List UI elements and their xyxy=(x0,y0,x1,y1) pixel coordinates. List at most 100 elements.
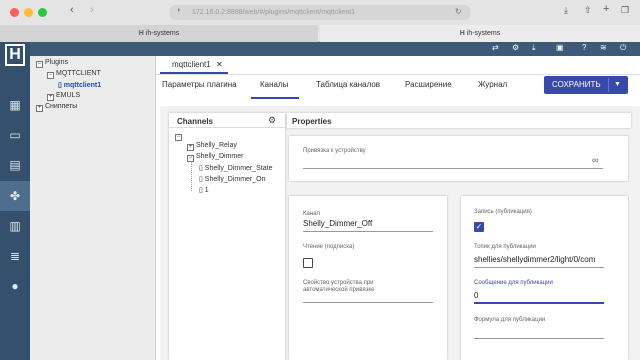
ih-favicon-icon: H xyxy=(138,30,146,37)
reload-icon[interactable]: ↻ xyxy=(455,7,462,16)
tab-overview-icon[interactable]: ❐ xyxy=(621,5,629,16)
back-icon[interactable]: ‹ xyxy=(70,4,74,16)
sidebar-database-icon[interactable]: ≣ xyxy=(0,241,30,271)
minimize-window-button[interactable] xyxy=(24,8,33,17)
sidebar-document-icon[interactable]: ▤ xyxy=(0,150,30,180)
tree-node-mqttclient1[interactable]: ▯ mqttclient1 xyxy=(58,81,101,89)
message-label: Сообщение для публикации xyxy=(474,280,553,286)
tree-node-emuls[interactable]: + EMULS xyxy=(47,92,80,101)
topic-input[interactable]: shellies/shellydimmer2/light/0/com xyxy=(474,255,604,264)
topic-label: Топик для публикации xyxy=(474,244,536,250)
tab-extension[interactable]: Расширение xyxy=(405,80,452,89)
save-button-label: СОХРАНИТЬ xyxy=(552,80,601,89)
channels-header: Channels xyxy=(177,117,214,126)
instance-tab[interactable]: mqttclient1 ✕ xyxy=(160,58,228,74)
binding-field[interactable] xyxy=(303,168,603,169)
channel-node-relay[interactable]: + Shelly_Relay xyxy=(187,142,237,151)
tab-channels[interactable]: Каналы xyxy=(260,80,288,89)
channels-root[interactable]: − xyxy=(175,132,184,141)
collapse-icon[interactable]: − xyxy=(47,72,54,79)
help-icon[interactable]: ? xyxy=(582,43,586,52)
read-label: Чтение (подписка) xyxy=(303,244,355,250)
channel-input[interactable]: Shelly_Dimmer_Off xyxy=(303,219,433,228)
expand-icon[interactable]: + xyxy=(47,94,54,101)
tab-plugin-params[interactable]: Параметры плагина xyxy=(162,80,237,89)
link-icon[interactable]: ∞ xyxy=(592,155,598,165)
close-icon[interactable]: ✕ xyxy=(216,58,223,72)
sidebar-layout-icon[interactable]: ▦ xyxy=(0,90,30,120)
tree-node-label: Shelly_Dimmer_On xyxy=(204,176,266,183)
sidebar-user-icon[interactable]: ● xyxy=(0,271,30,301)
zoom-window-button[interactable] xyxy=(38,8,47,17)
download-icon[interactable]: ⤓ xyxy=(532,43,536,53)
device-prop-field[interactable] xyxy=(303,302,433,303)
wifi-icon[interactable]: ≋ xyxy=(600,43,607,52)
shield-icon: ◑ xyxy=(176,7,181,14)
write-label: Запись (публикация) xyxy=(474,209,532,215)
channel-node-dimmer[interactable]: − Shelly_Dimmer xyxy=(187,153,243,162)
tree-node-snippets[interactable]: + Сниппеты xyxy=(36,103,77,112)
new-tab-icon[interactable]: + xyxy=(603,3,609,15)
read-checkbox[interactable] xyxy=(303,258,313,268)
share-icon[interactable]: ⇧ xyxy=(584,5,592,16)
app-topbar xyxy=(0,42,640,56)
active-tab-indicator xyxy=(251,97,299,99)
gear-icon[interactable]: ⚙ xyxy=(512,43,519,52)
divider xyxy=(156,74,640,75)
sidebar-chart-icon[interactable]: ▥ xyxy=(0,211,30,241)
logout-icon[interactable]: ⏻ xyxy=(620,43,626,53)
close-window-button[interactable] xyxy=(10,8,19,17)
divider xyxy=(608,78,609,92)
app-logo[interactable]: H xyxy=(5,44,25,66)
export-icon[interactable]: ⇄ xyxy=(492,43,499,52)
tree-node-label: Shelly_Relay xyxy=(196,142,237,149)
topic-underline xyxy=(474,267,604,268)
tab-title: ih-systems xyxy=(145,30,180,37)
sidebar-plugins-icon[interactable]: ✤ xyxy=(0,181,30,211)
instance-tab-label: mqttclient1 xyxy=(172,60,211,69)
formula-field[interactable] xyxy=(474,338,604,339)
binding-card xyxy=(289,136,628,181)
tree-node-mqttclient[interactable]: − MQTTCLIENT xyxy=(47,70,101,79)
sidebar-monitor-icon[interactable]: ▭ xyxy=(0,120,30,150)
formula-label: Формула для публикации xyxy=(474,317,546,323)
divider xyxy=(169,127,285,128)
properties-header-bar xyxy=(287,113,631,128)
ih-favicon-icon: H xyxy=(459,30,467,37)
collapse-icon[interactable]: − xyxy=(175,134,182,141)
tree-node-label: Shelly_Dimmer_State xyxy=(204,165,273,172)
channel-label: Канал xyxy=(303,211,320,217)
tree-node-label: Shelly_Dimmer xyxy=(196,153,244,160)
tree-guide xyxy=(191,161,192,191)
save-button[interactable]: СОХРАНИТЬ ▼ xyxy=(544,76,628,94)
properties-header: Properties xyxy=(292,117,332,126)
tab-title: ih-systems xyxy=(466,30,501,37)
device-icon[interactable]: ▣ xyxy=(556,43,564,52)
tree-node-label: Сниппеты xyxy=(45,103,78,110)
tab-ih-systems-1[interactable]: H ih-systems xyxy=(0,25,318,42)
forward-icon[interactable]: › xyxy=(90,4,94,16)
tab-channels-table[interactable]: Таблица каналов xyxy=(316,80,380,89)
collapse-icon[interactable]: − xyxy=(36,61,43,68)
tree-node-plugins[interactable]: − Plugins xyxy=(36,59,68,68)
expand-icon[interactable]: + xyxy=(36,105,43,112)
gear-icon[interactable]: ⚙ xyxy=(268,115,276,126)
channel-node-dimmer-state[interactable]: ▯ Shelly_Dimmer_State xyxy=(199,164,273,172)
expand-icon[interactable]: + xyxy=(187,144,194,151)
tree-node-label: mqttclient1 xyxy=(63,82,102,89)
dropdown-arrow-icon[interactable]: ▼ xyxy=(614,76,621,94)
download-icon[interactable]: ⤓ xyxy=(564,5,568,16)
channel-underline xyxy=(303,231,433,232)
tab-ih-systems-2[interactable]: H ih-systems xyxy=(320,25,640,42)
device-prop-label-2: автоматической привязке xyxy=(303,287,375,293)
tree-node-label: MQTTCLIENT xyxy=(56,70,101,77)
channel-node-dimmer-on[interactable]: ▯ Shelly_Dimmer_On xyxy=(199,175,265,183)
address-bar[interactable]: 172.16.0.2:8888/web/#/plugins/mqttclient… xyxy=(170,5,470,20)
tree-node-label: EMULS xyxy=(56,92,81,99)
message-input[interactable]: 0 xyxy=(474,291,604,300)
write-checkbox[interactable]: ✓ xyxy=(474,222,484,232)
tree-node-label: 1 xyxy=(204,187,209,194)
plugin-tree xyxy=(30,56,156,360)
channel-node-1[interactable]: ▯ 1 xyxy=(199,186,209,194)
tab-log[interactable]: Журнал xyxy=(478,80,507,89)
